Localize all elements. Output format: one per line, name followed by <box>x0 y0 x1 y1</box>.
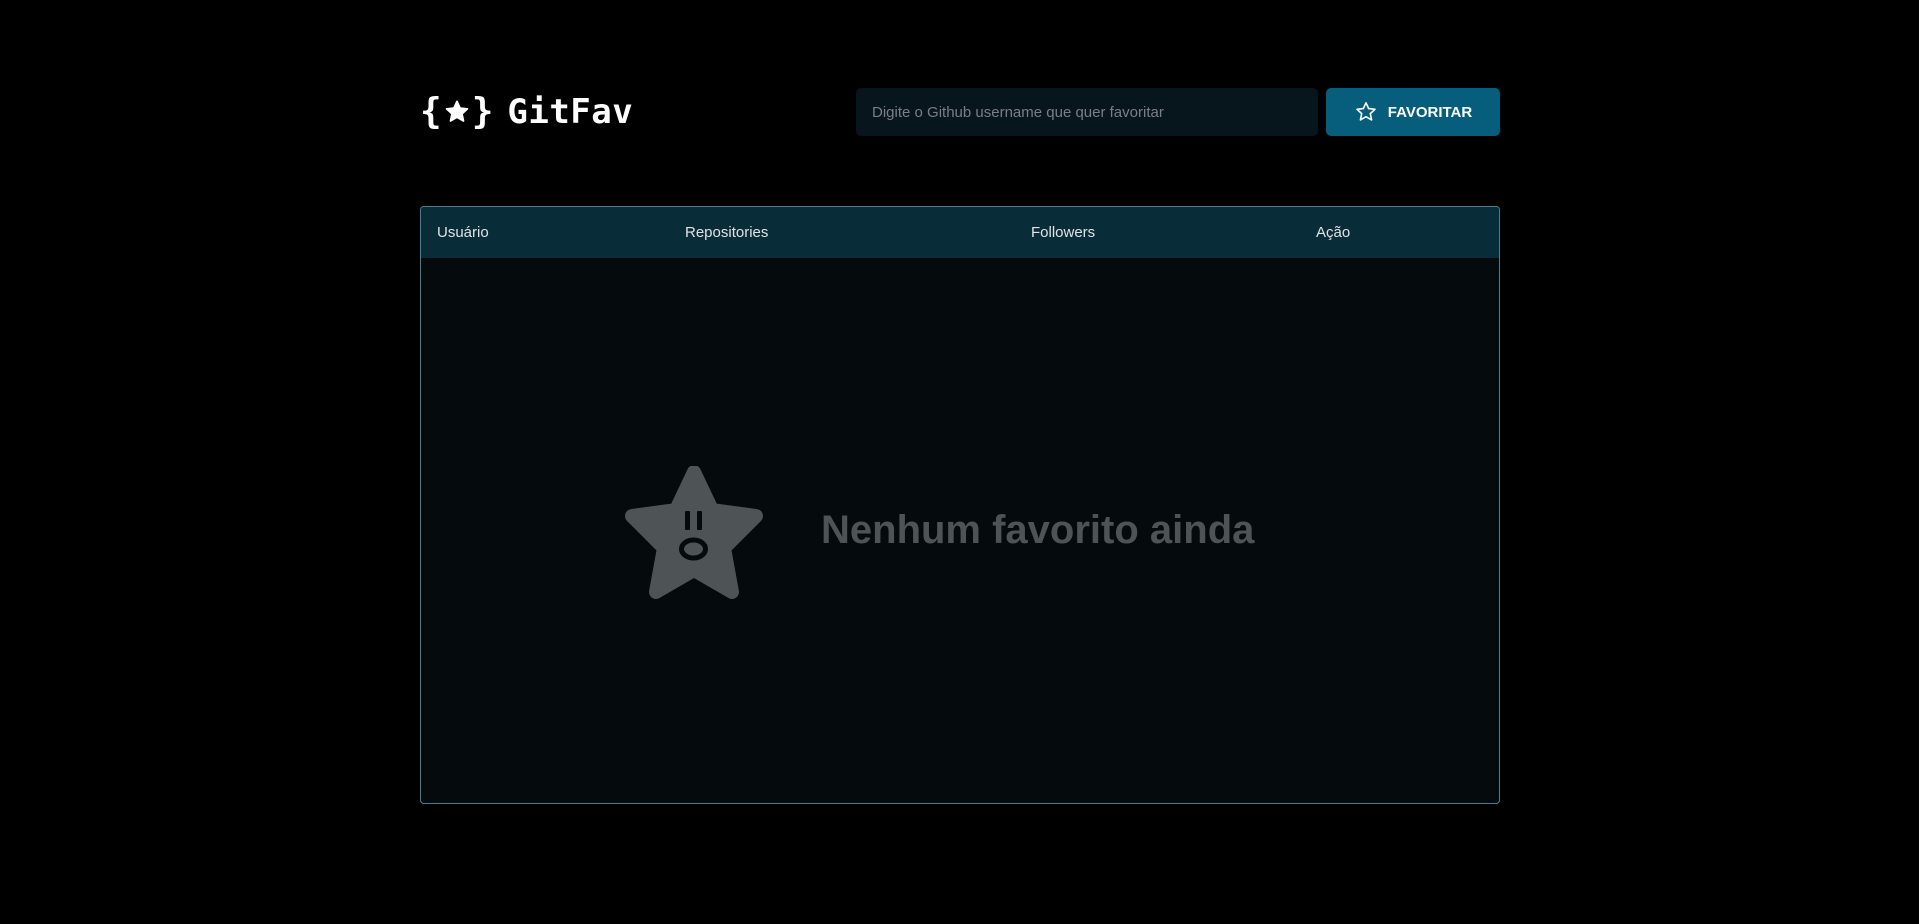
favorites-table: Usuário Repositories Followers Ação Nenh… <box>420 206 1500 804</box>
app-root: { } GitFav FAVORITAR Usuário Repositorie… <box>0 0 1919 924</box>
surprised-star-icon <box>625 466 763 599</box>
column-header-followers: Followers <box>1031 224 1096 241</box>
table-header: Usuário Repositories Followers Ação <box>421 207 1499 258</box>
favorite-button[interactable]: FAVORITAR <box>1326 88 1500 136</box>
column-header-user: Usuário <box>437 224 489 241</box>
logo-text: GitFav <box>507 92 634 132</box>
column-header-repositories: Repositories <box>685 224 769 241</box>
braces-star-icon: { } <box>420 91 494 132</box>
empty-state: Nenhum favorito ainda <box>421 258 1499 803</box>
column-header-action: Ação <box>1316 224 1351 241</box>
favorite-button-label: FAVORITAR <box>1387 103 1473 121</box>
search-input[interactable] <box>856 88 1318 136</box>
header: { } GitFav FAVORITAR <box>420 88 1500 136</box>
logo: { } GitFav <box>420 88 633 136</box>
empty-state-message: Nenhum favorito ainda <box>821 508 1255 552</box>
star-outline-icon <box>1354 100 1378 124</box>
